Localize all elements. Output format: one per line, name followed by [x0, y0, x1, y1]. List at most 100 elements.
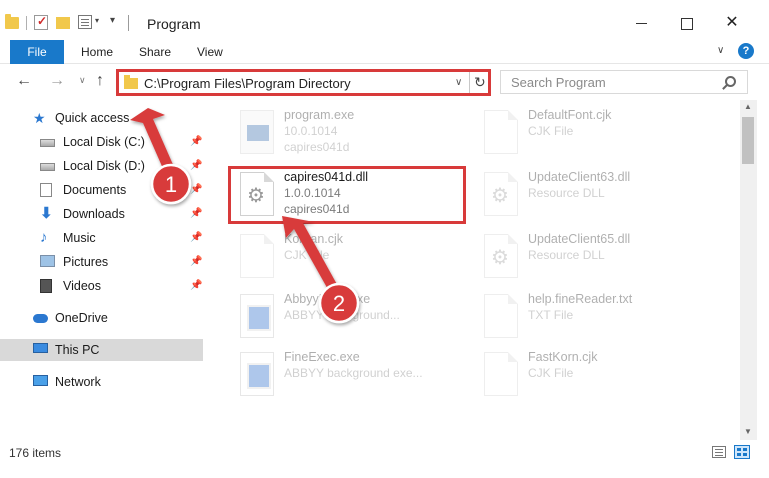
sidebar-item-this-pc[interactable]: This PC	[0, 339, 203, 361]
vertical-scrollbar[interactable]: ▲ ▼	[740, 100, 757, 440]
tab-view[interactable]: View	[197, 40, 223, 64]
search-box[interactable]: Search Program	[500, 70, 748, 94]
disk-icon	[40, 163, 55, 171]
file-type: TXT File	[528, 308, 574, 322]
sidebar-item-local-disk-d[interactable]: Local Disk (D:) 📌	[0, 155, 203, 177]
music-icon: ♪	[40, 229, 48, 246]
file-description: ABBYY background exe...	[284, 366, 423, 380]
sidebar-item-quick-access[interactable]: ★ Quick access	[0, 107, 203, 129]
folder-icon	[124, 75, 138, 89]
file-item[interactable]: Korean.cjk CJK File	[234, 228, 484, 284]
title-bar: ▾ ▾ Program ✕	[0, 0, 769, 40]
tab-file[interactable]: File	[10, 40, 64, 64]
close-button[interactable]: ✕	[710, 8, 754, 38]
pin-icon[interactable]: 📌	[190, 208, 202, 219]
properties-check-icon[interactable]	[34, 14, 48, 30]
expand-ribbon-icon[interactable]: ∨	[717, 45, 724, 56]
file-icon	[484, 110, 518, 154]
tab-share[interactable]: Share	[139, 40, 171, 64]
window-title: Program	[147, 16, 201, 32]
file-highlight-box	[228, 166, 466, 224]
file-icon	[484, 294, 518, 338]
sidebar-item-label: Music	[63, 231, 96, 245]
maximize-button[interactable]	[664, 8, 708, 38]
file-icon	[240, 234, 274, 278]
pin-icon[interactable]: 📌	[190, 256, 202, 267]
sidebar-item-label: Local Disk (C:)	[63, 135, 145, 149]
file-list: program.exe 10.0.1014 capires041d capire…	[208, 100, 740, 440]
cloud-icon	[33, 314, 48, 323]
sidebar-item-local-disk-c[interactable]: Local Disk (C:) 📌	[0, 131, 203, 153]
file-name: FineExec.exe	[284, 350, 360, 364]
quick-access-separator	[26, 16, 27, 30]
file-item[interactable]: DefaultFont.cjk CJK File	[478, 104, 728, 160]
sidebar-item-label: Network	[55, 375, 101, 389]
file-name: DefaultFont.cjk	[528, 108, 612, 122]
file-name: UpdateClient63.dll	[528, 170, 631, 184]
file-type: CJK File	[284, 248, 330, 262]
download-icon: ⬇	[40, 205, 53, 222]
scroll-up-icon[interactable]: ▲	[744, 102, 752, 111]
app-icon	[240, 352, 274, 396]
gear-file-icon	[484, 172, 518, 216]
computer-icon	[33, 343, 48, 353]
search-input[interactable]: Search Program	[511, 75, 606, 90]
pin-icon[interactable]: 📌	[190, 136, 202, 147]
documents-icon	[40, 183, 52, 197]
scroll-thumb[interactable]	[742, 117, 754, 164]
forward-arrow-icon[interactable]: →	[49, 72, 65, 90]
sidebar-item-music[interactable]: ♪ Music 📌	[0, 227, 203, 249]
chevron-down-icon[interactable]: ∨	[455, 77, 462, 88]
sidebar-item-label: Videos	[63, 279, 101, 293]
item-count: 176 items	[9, 446, 62, 460]
file-name: Korean.cjk	[284, 232, 344, 246]
file-item[interactable]: AbbyyExec.exe ABBYY background...	[234, 288, 484, 344]
details-view-icon[interactable]	[712, 446, 726, 458]
pin-icon[interactable]: 📌	[190, 184, 202, 195]
file-item[interactable]: help.fineReader.txt TXT File	[478, 288, 728, 344]
up-arrow-icon[interactable]: ↑	[96, 72, 104, 90]
pictures-icon	[40, 255, 55, 267]
file-type: CJK File	[528, 124, 574, 138]
back-arrow-icon[interactable]: ←	[16, 72, 32, 90]
sidebar-item-documents[interactable]: Documents 📌	[0, 179, 203, 201]
file-name: AbbyyExec.exe	[284, 292, 371, 306]
file-item[interactable]: UpdateClient65.dll Resource DLL	[478, 228, 728, 284]
pin-icon[interactable]: 📌	[190, 160, 202, 171]
file-item[interactable]: program.exe 10.0.1014 capires041d	[234, 104, 484, 160]
help-icon[interactable]: ?	[738, 43, 754, 59]
new-folder-icon[interactable]	[56, 17, 70, 29]
file-name: help.fineReader.txt	[528, 292, 633, 306]
file-type: CJK File	[528, 366, 574, 380]
file-description: capires041d	[284, 140, 350, 154]
sidebar-item-network[interactable]: Network	[0, 371, 203, 393]
address-separator	[469, 72, 470, 93]
recent-locations-icon[interactable]: ∨	[79, 75, 86, 86]
address-path[interactable]: C:\Program Files\Program Directory	[144, 76, 351, 91]
large-icons-view-icon[interactable]	[734, 445, 750, 459]
sidebar-item-label: OneDrive	[55, 311, 108, 325]
sidebar-item-pictures[interactable]: Pictures 📌	[0, 251, 203, 273]
refresh-icon[interactable]: ↻	[474, 74, 486, 91]
sidebar-item-label: Quick access	[55, 111, 130, 125]
sidebar-item-downloads[interactable]: ⬇ Downloads 📌	[0, 203, 203, 225]
sidebar-item-onedrive[interactable]: OneDrive	[0, 307, 203, 329]
file-item[interactable]: FineExec.exe ABBYY background exe...	[234, 346, 484, 402]
sidebar-item-videos[interactable]: Videos 📌	[0, 275, 203, 297]
status-bar: 176 items	[0, 440, 769, 478]
exe-icon	[240, 110, 274, 154]
file-item[interactable]: UpdateClient63.dll Resource DLL	[478, 166, 728, 222]
chevron-down-icon[interactable]: ▾	[95, 16, 99, 32]
scroll-down-icon[interactable]: ▼	[744, 427, 752, 436]
file-item[interactable]: FastKorn.cjk CJK File	[478, 346, 728, 402]
minimize-button[interactable]	[619, 8, 663, 38]
file-type: Resource DLL	[528, 248, 605, 262]
address-bar[interactable]: C:\Program Files\Program Directory ∨ ↻	[116, 69, 491, 96]
search-icon[interactable]	[725, 76, 736, 87]
customize-toolbar-icon[interactable]: ▾	[110, 15, 115, 31]
properties-icon[interactable]	[78, 15, 92, 29]
pin-icon[interactable]: 📌	[190, 232, 202, 243]
pin-icon[interactable]: 📌	[190, 280, 202, 291]
tab-home[interactable]: Home	[81, 40, 113, 64]
app-icon	[240, 294, 274, 338]
